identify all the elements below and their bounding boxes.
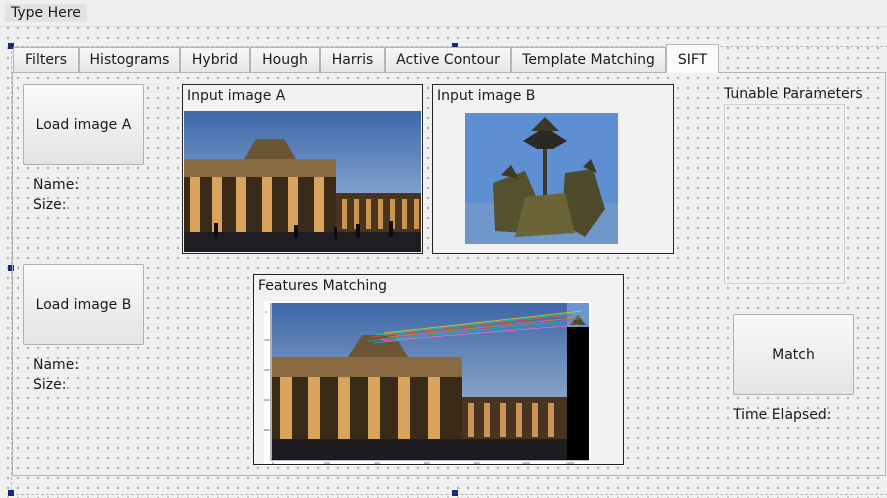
load-image-b-button[interactable]: Load image B [23,264,144,345]
svg-text:200: 200 [324,461,330,464]
svg-text:0: 0 [272,461,274,464]
tab-active-contour[interactable]: Active Contour [385,47,511,72]
load-image-a-button[interactable]: Load image A [23,84,144,165]
menu-bar: Type Here [0,0,887,27]
tab-sift[interactable]: SIFT [666,44,719,73]
tab-filters[interactable]: Filters [13,47,79,72]
input-image-b-panel: Input image B [432,84,674,254]
tab-template-matching[interactable]: Template Matching [511,47,666,72]
tab-histograms[interactable]: Histograms [79,47,180,72]
svg-text:1200: 1200 [566,461,574,464]
selection-handle[interactable] [452,490,458,496]
svg-text:600: 600 [264,398,270,402]
tunable-parameters-title: Tunable Parameters [724,86,863,102]
features-matching-title: Features Matching [258,278,388,294]
time-elapsed-label: Time Elapsed: [733,407,832,423]
quadriga-image-b [465,113,618,244]
svg-text:1000: 1000 [522,461,530,464]
selection-handle[interactable] [8,490,14,496]
image-b-name-label: Name: [33,357,80,373]
svg-text:200: 200 [264,338,270,342]
input-image-b-title: Input image B [437,88,536,104]
tab-hybrid[interactable]: Hybrid [180,47,250,72]
svg-text:0: 0 [265,310,267,314]
brandenburg-gate-image-a [184,111,421,252]
svg-text:800: 800 [264,428,270,432]
image-a-name-label: Name: [33,177,80,193]
image-a-size-label: Size: [33,197,67,213]
svg-text:600: 600 [424,461,430,464]
tab-hough[interactable]: Hough [250,47,320,72]
svg-text:800: 800 [474,461,480,464]
features-matching-panel: Features Matching 0 200 400 600 800 0 20… [253,274,624,465]
tunable-parameters-groupbox [724,104,845,284]
match-button[interactable]: Match [733,314,854,395]
tab-harris[interactable]: Harris [320,47,385,72]
input-image-a-title: Input image A [187,88,286,104]
menu-item-type-here[interactable]: Type Here [5,4,87,22]
svg-text:400: 400 [264,368,270,372]
input-image-a-panel: Input image A [182,84,423,254]
features-matching-plot: 0 200 400 600 800 0 200 400 600 800 1000 1200 [264,301,591,464]
svg-text:400: 400 [374,461,380,464]
image-b-size-label: Size: [33,377,67,393]
